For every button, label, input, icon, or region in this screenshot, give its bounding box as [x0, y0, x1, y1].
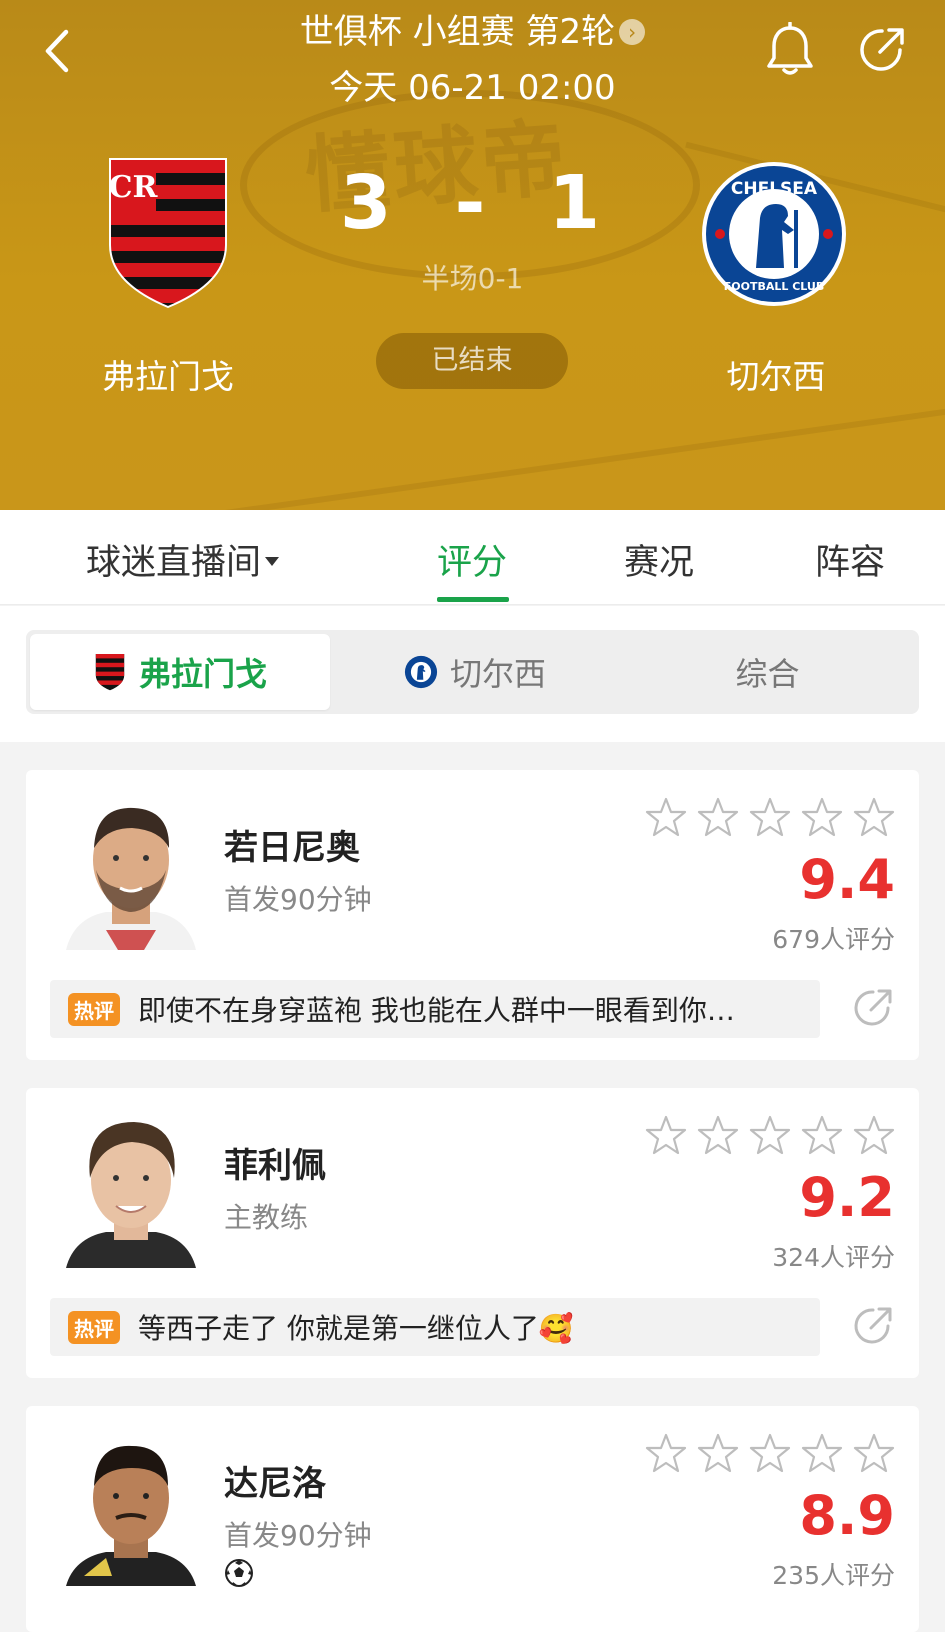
tab-fan-live-label: 球迷直播间: [86, 543, 262, 583]
player-avatar: [56, 790, 206, 950]
chelsea-crest-icon: [404, 655, 438, 689]
chevron-right-icon: ›: [619, 19, 646, 45]
star-icon[interactable]: [645, 1432, 687, 1474]
star-icon[interactable]: [801, 796, 843, 838]
match-header: 懂球帝 世俱杯 小组赛 第2轮 › 今天 06-21 02:00 CR 弗拉门戈…: [0, 0, 945, 510]
segment-home-label: 弗拉门戈: [138, 655, 267, 693]
star-icon[interactable]: [801, 1432, 843, 1474]
hot-comment-text: 等西子走了 你就是第一继位人了🥰: [138, 1312, 574, 1345]
star-icon[interactable]: [697, 796, 739, 838]
hot-comment[interactable]: 热评 等西子走了 你就是第一继位人了🥰: [50, 1298, 820, 1356]
hot-comment-tag: 热评: [68, 1310, 120, 1344]
rating-vote-count: 235人评分: [772, 1561, 895, 1590]
share-icon[interactable]: [851, 1304, 895, 1348]
star-rating[interactable]: [645, 1432, 895, 1474]
player-rating-card[interactable]: 菲利佩 主教练 9.2 324人评分 热评 等西子走了 你就是第一继位人了🥰: [26, 1088, 919, 1378]
star-icon[interactable]: [749, 796, 791, 838]
player-rating-card[interactable]: 若日尼奥 首发90分钟 9.4 679人评分 热评 即使不在身穿蓝袍 我也能在人…: [26, 770, 919, 1060]
bell-icon[interactable]: [764, 22, 816, 78]
caret-down-icon: [265, 557, 280, 566]
player-rating-score: 9.2: [799, 1166, 895, 1229]
tab-fan-live[interactable]: 球迷直播间: [86, 534, 280, 585]
player-role: 首发90分钟: [224, 883, 372, 916]
rating-vote-count: 324人评分: [772, 1243, 895, 1272]
star-icon[interactable]: [697, 1114, 739, 1156]
player-rating-score: 9.4: [799, 848, 895, 911]
flamengo-crest-icon: [95, 653, 125, 691]
score-separator: -: [454, 160, 486, 246]
chelsea-crest-icon: CHELSEA FOOTBALL CLUB: [702, 162, 846, 306]
star-rating[interactable]: [645, 1114, 895, 1156]
svg-text:FOOTBALL CLUB: FOOTBALL CLUB: [724, 280, 824, 293]
tab-bar: 球迷直播间 评分 赛况 阵容: [0, 510, 945, 605]
player-name: 若日尼奥: [224, 828, 360, 868]
home-team-name[interactable]: 弗拉门戈: [48, 350, 288, 398]
decorative-line: [0, 393, 945, 510]
scoreboard: 3 - 1: [340, 160, 600, 246]
segment-home[interactable]: 弗拉门戈: [30, 634, 330, 710]
player-role: 首发90分钟: [224, 1519, 372, 1552]
segment-away-label: 切尔西: [449, 655, 546, 693]
star-icon[interactable]: [645, 796, 687, 838]
svg-text:CHELSEA: CHELSEA: [731, 179, 818, 199]
match-title-text: 世俱杯 小组赛 第2轮: [299, 12, 616, 52]
player-role: 主教练: [224, 1201, 309, 1234]
star-icon[interactable]: [697, 1432, 739, 1474]
star-icon[interactable]: [853, 1114, 895, 1156]
player-rating-card[interactable]: 达尼洛 首发90分钟 8.9 235人评分: [26, 1406, 919, 1632]
svg-text:CR: CR: [109, 170, 159, 205]
player-avatar: [56, 1426, 206, 1586]
player-name: 菲利佩: [224, 1146, 326, 1186]
segment-away[interactable]: 切尔西: [330, 630, 620, 714]
segment-overall[interactable]: 综合: [620, 630, 915, 714]
share-icon[interactable]: [851, 986, 895, 1030]
team-selector-panel: 弗拉门戈 切尔西 综合: [0, 606, 945, 742]
hot-comment-text: 即使不在身穿蓝袍 我也能在人群中一眼看到你…: [138, 994, 735, 1027]
player-avatar: [56, 1108, 206, 1268]
star-icon[interactable]: [801, 1114, 843, 1156]
away-team-name[interactable]: 切尔西: [656, 350, 896, 398]
hot-comment[interactable]: 热评 即使不在身穿蓝袍 我也能在人群中一眼看到你…: [50, 980, 820, 1038]
star-icon[interactable]: [645, 1114, 687, 1156]
star-rating[interactable]: [645, 796, 895, 838]
away-score: 1: [548, 160, 601, 246]
share-icon[interactable]: [856, 24, 908, 76]
home-score: 3: [340, 160, 392, 246]
team-segment-control: 弗拉门戈 切尔西 综合: [26, 630, 919, 714]
star-icon[interactable]: [853, 1432, 895, 1474]
tab-lineup[interactable]: 阵容: [815, 534, 885, 585]
star-icon[interactable]: [853, 796, 895, 838]
rating-vote-count: 679人评分: [772, 925, 895, 954]
star-icon[interactable]: [749, 1432, 791, 1474]
active-tab-indicator: [437, 597, 509, 602]
hot-comment-tag: 热评: [68, 992, 120, 1026]
star-icon[interactable]: [749, 1114, 791, 1156]
tab-ratings[interactable]: 评分: [437, 534, 507, 585]
player-rating-score: 8.9: [799, 1484, 895, 1547]
match-status-badge: 已结束: [376, 333, 568, 389]
goal-ball-icon: [225, 1559, 253, 1587]
tab-match-stats[interactable]: 赛况: [624, 534, 694, 585]
player-name: 达尼洛: [224, 1464, 326, 1504]
